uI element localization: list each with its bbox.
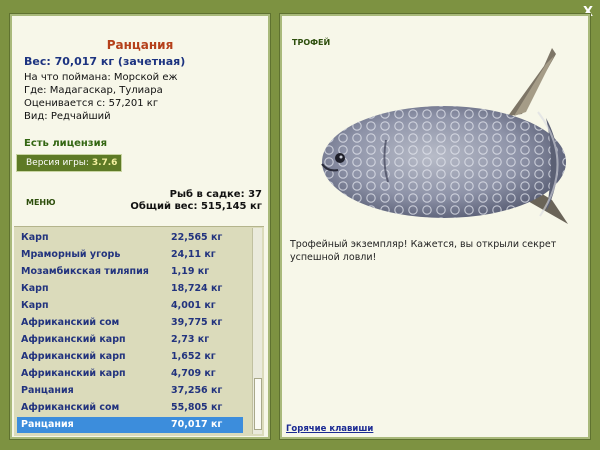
list-item[interactable]: Ранцания 37,256 кг	[17, 383, 243, 399]
fish-name: Африканский сом	[21, 317, 120, 328]
fish-name: Африканский карп	[21, 334, 126, 345]
list-item[interactable]: Мраморный угорь 24,11 кг	[17, 247, 243, 263]
catch-info-panel: Ранцания Вес: 70,017 кг (зачетная) На чт…	[9, 13, 271, 440]
list-item[interactable]: Карп 18,724 кг	[17, 281, 243, 297]
list-item[interactable]: Африканский сом 39,775 кг	[17, 315, 243, 331]
fish-name: Карп	[21, 300, 49, 311]
fish-name: Карп	[21, 232, 49, 243]
cage-total-weight: Общий вес: 515,145 кг	[130, 201, 262, 212]
menu-button[interactable]: МЕНЮ	[26, 198, 56, 207]
fish-weight-value: 22,565 кг	[171, 232, 223, 243]
trophy-panel: ТРОФЕЙ Трофейный экземпляр! Кажется, вы …	[279, 13, 591, 440]
fish-weight-value: 37,256 кг	[171, 385, 223, 396]
fish-name: Мраморный угорь	[21, 249, 121, 260]
fish-list: Карп 22,565 кг Мраморный угорь 24,11 кг …	[14, 226, 264, 436]
fish-weight-value: 1,19 кг	[171, 266, 210, 277]
list-item[interactable]: Карп 22,565 кг	[17, 230, 243, 246]
fish-name: Африканский карп	[21, 351, 126, 362]
fish-weight-value: 18,724 кг	[171, 283, 223, 294]
hotkeys-link[interactable]: Горячие клавиши	[286, 424, 373, 434]
sunfish-image	[321, 48, 568, 224]
trophy-label: ТРОФЕЙ	[292, 38, 331, 47]
version-value: 3.7.6	[91, 158, 118, 168]
fish-name: Ранцания	[21, 419, 74, 430]
license-status: Есть лицензия	[24, 138, 108, 149]
list-scrollbar[interactable]	[252, 228, 262, 434]
list-item[interactable]: Карп 4,001 кг	[17, 298, 243, 314]
trophy-description: Трофейный экземпляр! Кажется, вы открыли…	[290, 239, 557, 263]
valuation-line: Оценивается с: 57,201 кг	[24, 98, 159, 109]
fish-name: Африканский сом	[21, 402, 120, 413]
fish-name: Мозамбикская тиляпия	[21, 266, 149, 277]
location-line: Где: Мадагаскар, Тулиара	[24, 85, 163, 96]
fish-name: Карп	[21, 283, 49, 294]
version-badge: Версия игры: 3.7.6	[16, 154, 122, 172]
cage-summary: Рыб в садке: 37 Общий вес: 515,145 кг	[130, 189, 262, 213]
fish-weight-value: 4,709 кг	[171, 368, 216, 379]
cage-count: Рыб в садке: 37	[169, 189, 262, 200]
list-item[interactable]: Африканский карп 4,709 кг	[17, 366, 243, 382]
fish-weight: Вес: 70,017 кг (зачетная)	[24, 55, 186, 68]
rarity-line: Вид: Редчайший	[24, 111, 111, 122]
fish-weight-value: 1,652 кг	[171, 351, 216, 362]
fish-name: Ранцания	[21, 385, 74, 396]
fish-weight-value: 4,001 кг	[171, 300, 216, 311]
list-item[interactable]: Африканский карп 1,652 кг	[17, 349, 243, 365]
scroll-thumb[interactable]	[254, 378, 262, 430]
list-item[interactable]: Мозамбикская тиляпия 1,19 кг	[17, 264, 243, 280]
version-label: Версия игры:	[26, 158, 89, 168]
fish-title: Ранцания	[106, 38, 174, 52]
fish-weight-value: 24,11 кг	[171, 249, 216, 260]
fish-weight-value: 2,73 кг	[171, 334, 210, 345]
fish-weight-value: 55,805 кг	[171, 402, 223, 413]
list-item[interactable]: Африканский сом 55,805 кг	[17, 400, 243, 416]
fish-weight-value: 39,775 кг	[171, 317, 223, 328]
list-item[interactable]: Африканский карп 2,73 кг	[17, 332, 243, 348]
list-item-selected[interactable]: Ранцания 70,017 кг	[17, 417, 243, 433]
fish-weight-value: 70,017 кг	[171, 419, 223, 430]
fish-name: Африканский карп	[21, 368, 126, 379]
bait-line: На что поймана: Морской еж	[24, 72, 178, 83]
game-window: X Ранцания Вес: 70,017 кг (зачетная) На …	[0, 0, 600, 450]
